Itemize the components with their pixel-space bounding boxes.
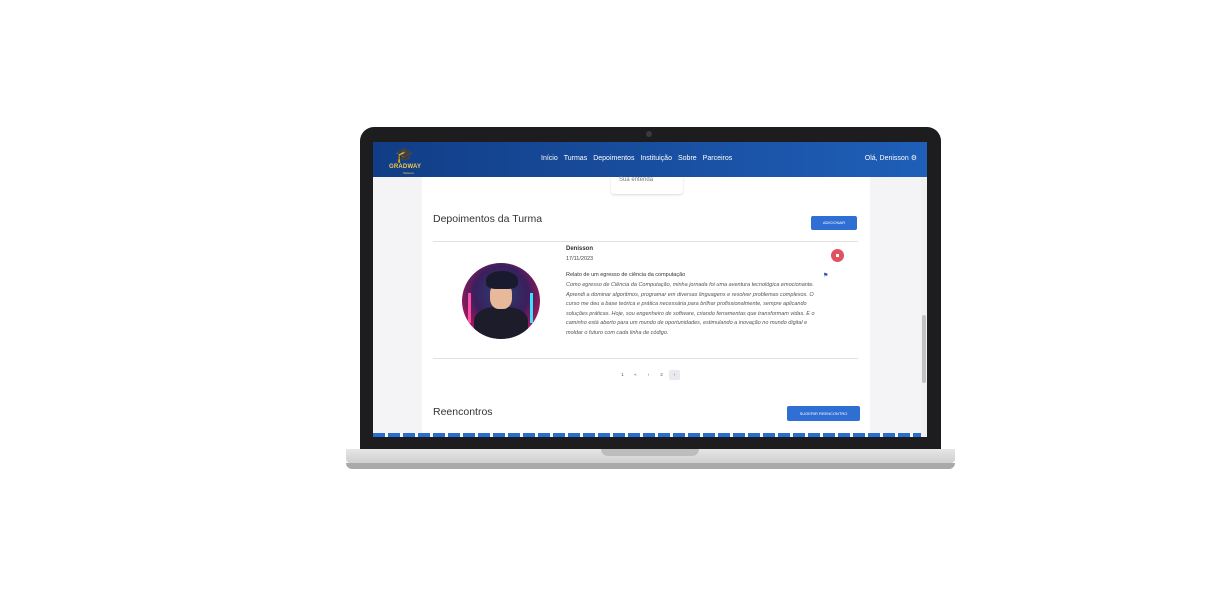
testimonial-author: Denisson: [566, 246, 594, 252]
logo-subtitle: Sistema: [403, 171, 414, 175]
testimonial-body: Como egresso de Ciência da Computação, m…: [566, 282, 815, 336]
user-greeting: Olá, Denisson: [864, 155, 909, 162]
page-link-active[interactable]: ›: [669, 370, 680, 380]
nav-item-parceiros[interactable]: Parceiros: [703, 155, 733, 162]
camera-dot: [646, 131, 652, 137]
laptop-notch: [601, 449, 699, 456]
testimonial-headline: Relato de um egresso de ciência da compu…: [566, 272, 686, 278]
nav-links: Início Turmas Depoimentos Instituição So…: [541, 155, 732, 162]
previous-card-label: Sua entenda: [619, 177, 654, 183]
scrollbar-thumb[interactable]: [922, 315, 926, 383]
page-link[interactable]: 1: [617, 370, 628, 380]
scrollbar[interactable]: [921, 177, 927, 437]
page-link[interactable]: «: [630, 370, 641, 380]
testimonial-date: 17/11/2023: [566, 256, 594, 262]
avatar: [462, 263, 540, 339]
next-section-peek: [373, 433, 927, 437]
add-testimonial-button[interactable]: ADICIONAR: [811, 216, 857, 230]
flag-icon[interactable]: ⚑: [823, 272, 828, 279]
trash-icon[interactable]: [831, 249, 844, 262]
suggest-reunion-button[interactable]: SUGERIR REENCONTRO: [787, 406, 860, 421]
nav-item-instituicao[interactable]: Instituição: [640, 155, 672, 162]
logo-wordmark: GRADWAY: [389, 164, 422, 170]
nav-item-inicio[interactable]: Início: [541, 155, 558, 162]
page-link[interactable]: 2: [656, 370, 667, 380]
pagination: 1 « ‹ 2 ›: [617, 370, 680, 380]
user-menu[interactable]: Olá, Denisson ⚙: [865, 154, 917, 162]
reencontros-title: Reencontros: [433, 406, 493, 418]
page-link[interactable]: ‹: [643, 370, 654, 380]
nav-item-sobre[interactable]: Sobre: [678, 155, 697, 162]
previous-card: Sua entenda: [611, 177, 683, 194]
nav-item-depoimentos[interactable]: Depoimentos: [593, 155, 634, 162]
divider: [433, 358, 858, 359]
gear-icon: ⚙: [910, 155, 917, 162]
app-logo[interactable]: 🎓 GRADWAY Sistema: [389, 146, 425, 175]
screen: 🎓 GRADWAY Sistema Início Turmas Depoimen…: [373, 142, 927, 437]
divider: [433, 241, 858, 242]
graduation-cap-icon: 🎓: [395, 147, 414, 164]
navbar: 🎓 GRADWAY Sistema Início Turmas Depoimen…: [373, 142, 927, 177]
laptop-foot: [346, 463, 955, 469]
nav-item-turmas[interactable]: Turmas: [564, 155, 587, 162]
testimonials-title: Depoimentos da Turma: [433, 213, 543, 225]
